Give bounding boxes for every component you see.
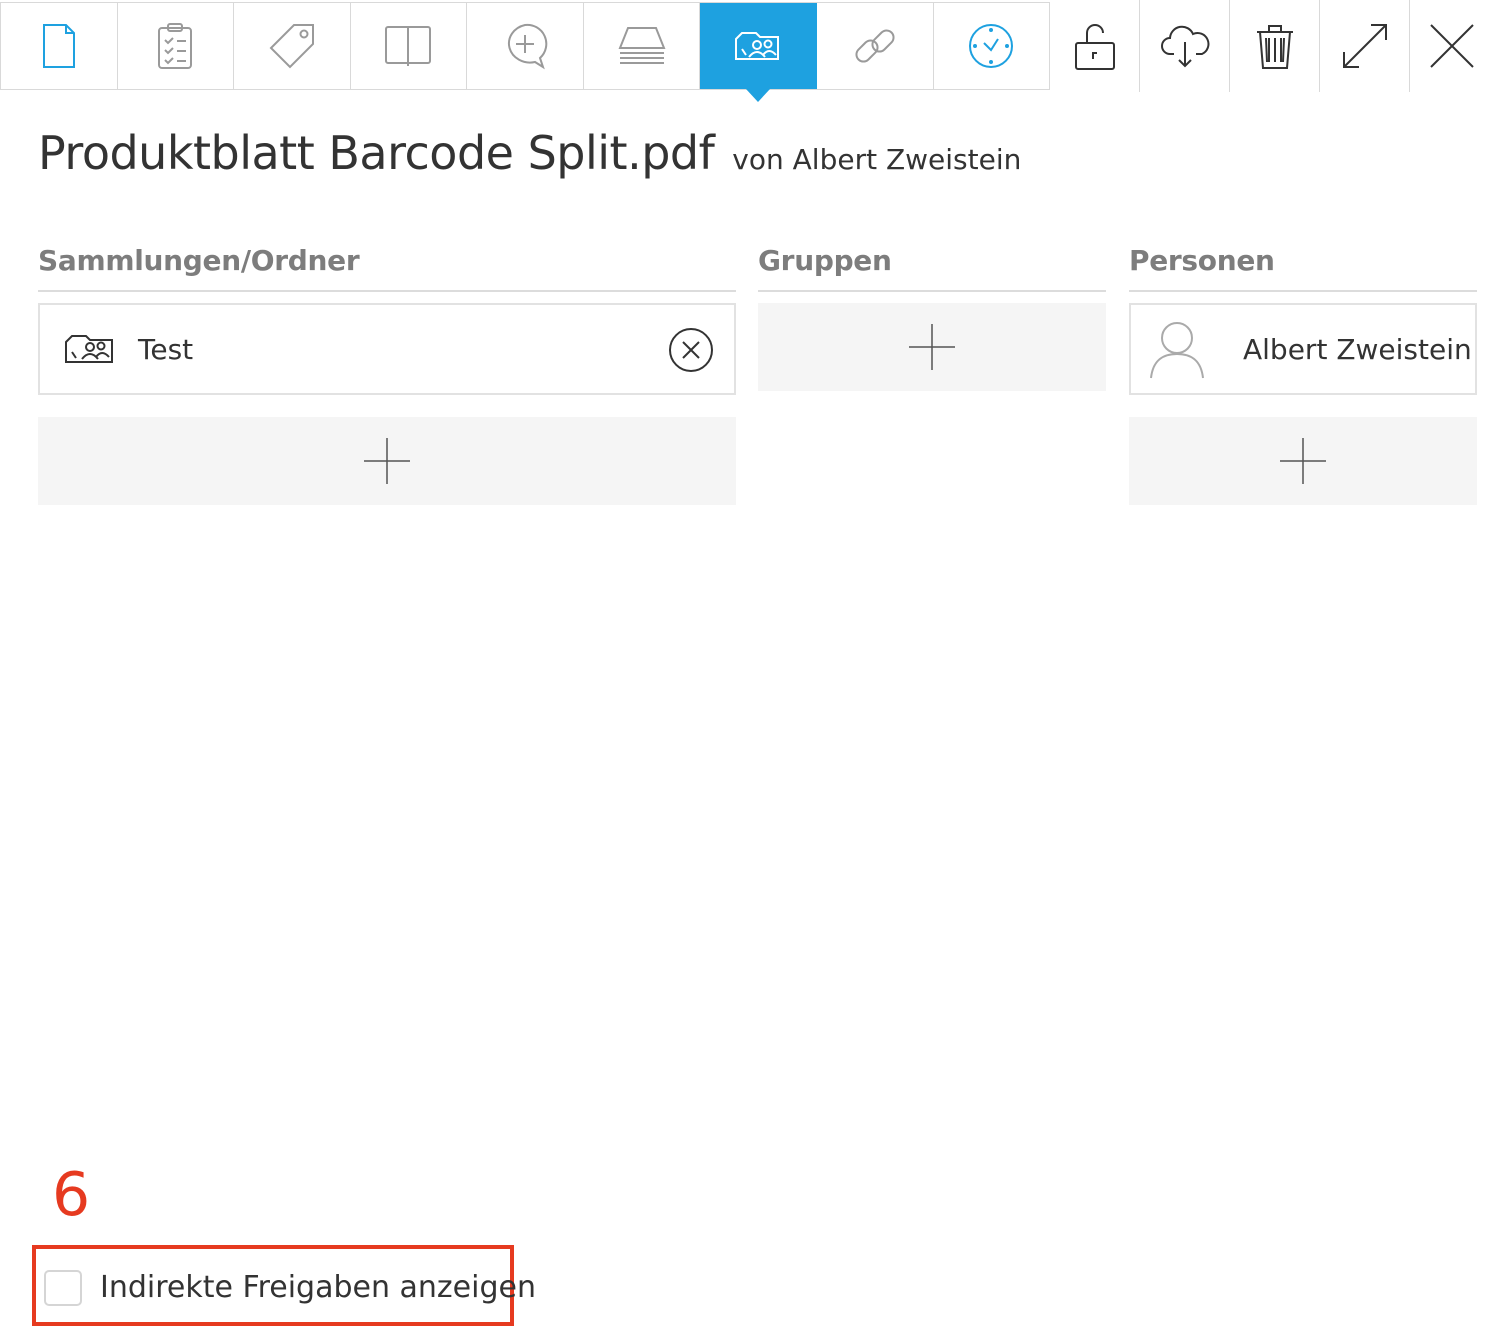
link-icon — [855, 29, 895, 63]
document-icon — [42, 24, 75, 68]
toolbar-tabs — [0, 2, 1051, 102]
document-author: von Albert Zweistein — [732, 143, 1022, 176]
tab-tags[interactable] — [234, 3, 351, 89]
collections-section: Sammlungen/Ordner Test — [38, 244, 736, 505]
shared-folder-icon — [735, 32, 780, 60]
close-icon — [1430, 24, 1474, 68]
add-collection-button[interactable] — [38, 417, 736, 505]
document-header: Produktblatt Barcode Split.pdf von Albert… — [38, 126, 1021, 180]
add-person-button[interactable] — [1129, 417, 1477, 505]
collection-item[interactable]: Test — [38, 303, 736, 395]
persons-heading: Personen — [1129, 244, 1477, 292]
trash-icon — [1256, 25, 1293, 69]
plus-icon — [1280, 438, 1326, 484]
plus-icon — [909, 324, 955, 370]
person-item-label: Albert Zweistein — [1243, 332, 1472, 366]
groups-heading: Gruppen — [758, 244, 1106, 292]
tab-checklist[interactable] — [118, 3, 235, 89]
groups-section: Gruppen — [758, 244, 1106, 391]
persons-section: Personen Albert Zweistein — [1129, 244, 1477, 505]
toolbar-actions — [1050, 0, 1494, 92]
remove-circle-icon — [669, 328, 713, 372]
toolbar — [0, 0, 1494, 102]
expand-button[interactable] — [1320, 0, 1410, 92]
person-item[interactable]: Albert Zweistein — [1129, 303, 1477, 395]
collections-heading: Sammlungen/Ordner — [38, 244, 736, 292]
tag-icon — [269, 24, 314, 69]
clipboard-checklist-icon — [158, 23, 193, 69]
plus-icon — [364, 438, 410, 484]
tab-sharing[interactable] — [700, 3, 817, 102]
expand-icon — [1342, 24, 1387, 68]
tab-links[interactable] — [817, 3, 934, 89]
user-icon — [1150, 322, 1204, 379]
add-group-button[interactable] — [758, 303, 1106, 391]
close-button[interactable] — [1410, 0, 1494, 92]
delete-button[interactable] — [1230, 0, 1320, 92]
unlock-icon — [1074, 24, 1115, 70]
collection-item-label: Test — [138, 332, 194, 366]
stack-icon — [618, 27, 666, 64]
shared-folder-icon — [65, 335, 113, 363]
download-button[interactable] — [1140, 0, 1230, 92]
tab-document[interactable] — [1, 3, 118, 89]
comment-add-icon — [508, 23, 548, 70]
cloud-download-icon — [1160, 25, 1209, 68]
unlock-button[interactable] — [1050, 0, 1140, 92]
step-number-annotation: 6 — [52, 1160, 91, 1230]
tab-comments[interactable] — [467, 3, 584, 89]
book-icon — [385, 26, 432, 66]
clock-icon — [969, 24, 1014, 68]
page-title: Produktblatt Barcode Split.pdf — [38, 126, 715, 180]
tab-history[interactable] — [934, 3, 1051, 89]
indirect-shares-label[interactable]: Indirekte Freigaben anzeigen — [100, 1270, 536, 1305]
remove-collection-button[interactable] — [668, 327, 714, 377]
tab-stack[interactable] — [584, 3, 701, 89]
tab-reader[interactable] — [351, 3, 468, 89]
indirect-shares-checkbox[interactable] — [44, 1270, 82, 1306]
